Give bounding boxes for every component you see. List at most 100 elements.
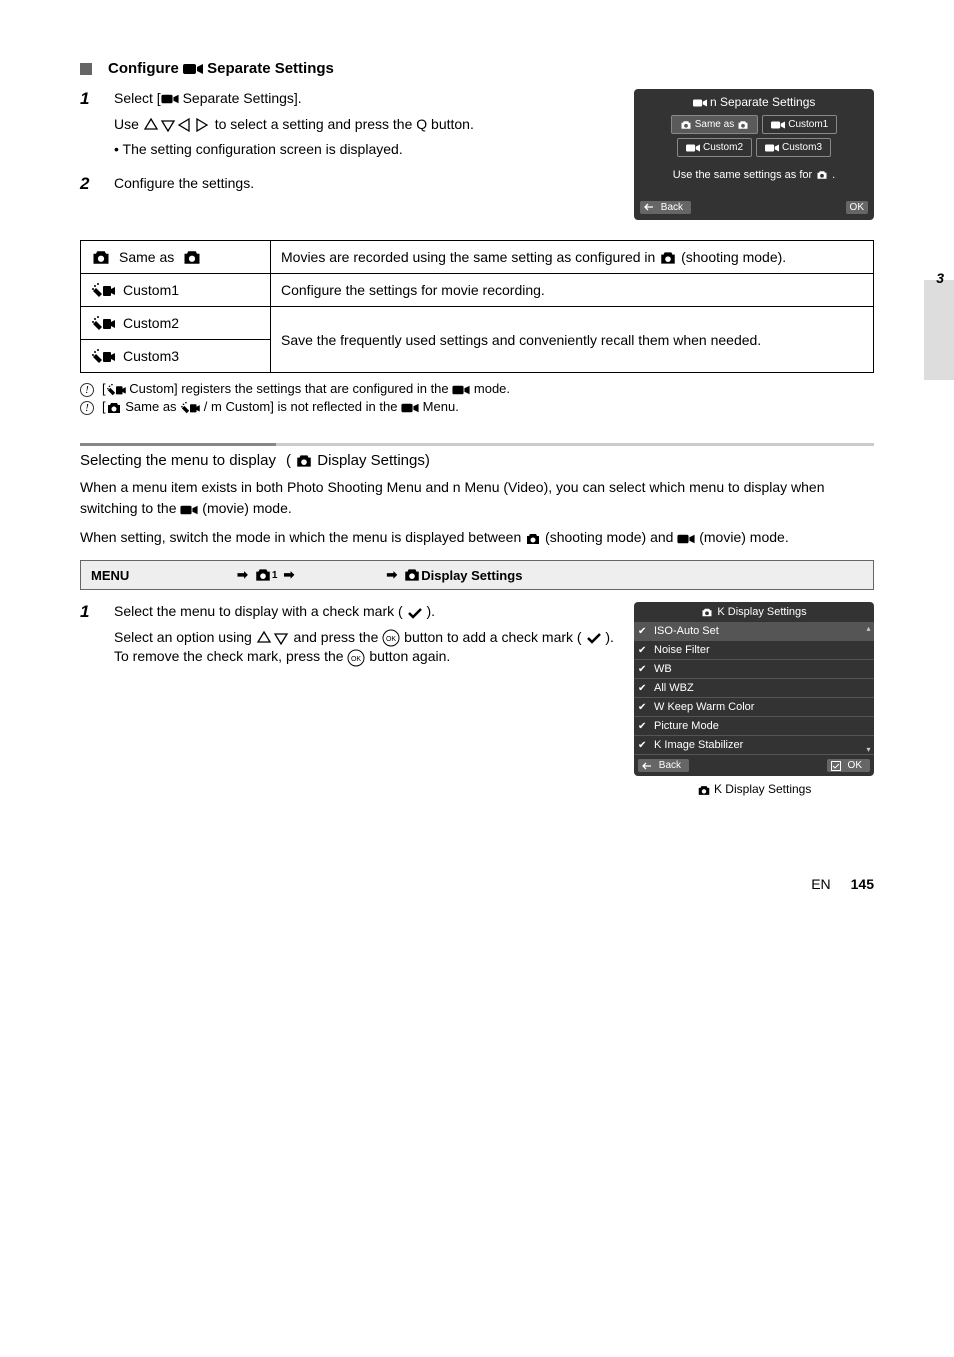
body-text: When setting, switch the mode in which t… [80, 527, 874, 548]
caution-note: ! [ Same as / m Custom] is not reflected… [80, 399, 874, 415]
check-icon: ✔ [638, 721, 654, 732]
step-number: 1 [80, 89, 114, 166]
caution-icon: ! [80, 383, 94, 397]
osd-back[interactable]: Back [638, 759, 689, 772]
osd-caption: K Display Settings [634, 782, 874, 796]
table-cell: Custom1 [91, 282, 260, 298]
movie-icon [452, 384, 470, 396]
camera-icon [816, 170, 828, 180]
osd-option[interactable]: Custom2 [677, 138, 752, 157]
camera-icon [106, 402, 122, 414]
movie-icon [401, 402, 419, 414]
subsection-title: ( Display Settings) [286, 446, 430, 469]
table-cell: Same as [91, 249, 260, 265]
check-icon: ✔ [638, 740, 654, 751]
custom-mode-icon [686, 143, 700, 153]
page-sidebar [924, 280, 954, 380]
step-text: Select an option using and press the OK … [114, 628, 614, 667]
check-icon: ✔ [638, 645, 654, 656]
checkbox-icon [831, 761, 841, 771]
camera-icon [659, 251, 677, 265]
movie-icon [677, 533, 695, 545]
custom-mode-icon [771, 120, 785, 130]
sidebar-chapter-num: 3 [936, 270, 944, 286]
osd-title: n Separate Settings [640, 95, 868, 109]
step-text: Select the menu to display with a check … [114, 602, 614, 622]
custom-mode-icon [180, 401, 200, 414]
check-icon: ✔ [638, 626, 654, 637]
camera-icon [91, 250, 111, 265]
osd-option[interactable]: Same as [671, 115, 758, 134]
list-item[interactable]: ✔Noise Filter [634, 641, 874, 660]
step-number: 2 [80, 174, 114, 200]
back-icon [644, 203, 654, 211]
list-item[interactable]: ✔All WBZ [634, 679, 874, 698]
movie-icon [693, 98, 707, 108]
camera-icon [182, 250, 202, 265]
osd-option[interactable]: Custom1 [762, 115, 837, 134]
table-cell: Custom3 [91, 348, 260, 364]
step-number: 1 [80, 602, 114, 673]
section-title: Configure Separate Settings [108, 60, 334, 77]
osd-panel: K Display Settings ✔ISO-Auto Set ✔Noise … [634, 602, 874, 776]
ok-button-icon: OK [347, 649, 365, 667]
scroll-up-icon: ▴ [866, 624, 870, 633]
settings-table: Same as Movies are recorded using the sa… [80, 240, 874, 373]
check-icon: ✔ [638, 664, 654, 675]
osd-title: K Display Settings [634, 602, 874, 622]
check-icon: ✔ [638, 683, 654, 694]
movie-icon [183, 62, 203, 76]
body-text: When a menu item exists in both Photo Sh… [80, 477, 874, 519]
camera-tab-icon [254, 568, 272, 582]
step-text: Select [ Separate Settings]. [114, 89, 614, 109]
camera-icon [403, 568, 421, 582]
subsection-lead: Selecting the menu to display [80, 443, 276, 469]
back-icon [642, 762, 652, 770]
camera-icon [680, 120, 692, 130]
page-lang: EN [811, 876, 830, 892]
table-cell: Configure the settings for movie recordi… [271, 274, 874, 307]
custom-mode-icon [765, 143, 779, 153]
svg-text:OK: OK [386, 636, 396, 643]
menu-path: MENU ➡ 1 ➡ ➡ Display Settings [80, 560, 874, 590]
ok-button-icon: OK [382, 629, 400, 647]
camera-icon [697, 785, 711, 796]
osd-ok[interactable]: OK [827, 759, 870, 772]
osd-description: Use the same settings as for . [640, 169, 868, 181]
camera-icon [737, 120, 749, 130]
camera-icon [525, 533, 541, 545]
dpad-up-down-icon [256, 630, 290, 646]
check-icon: ✔ [638, 702, 654, 713]
list-item[interactable]: ✔ISO-Auto Set [634, 622, 874, 641]
caution-icon: ! [80, 401, 94, 415]
list-item[interactable]: ✔Picture Mode [634, 717, 874, 736]
list-item[interactable]: ✔WB [634, 660, 874, 679]
list-item[interactable]: ✔W Keep Warm Color [634, 698, 874, 717]
camera-icon [295, 454, 313, 468]
section-bullet [80, 63, 92, 75]
table-cell: Movies are recorded using the same setti… [271, 241, 874, 274]
list-item[interactable]: ✔K Image Stabilizer [634, 736, 874, 755]
osd-panel: n Separate Settings Same as Custom1 Cu [634, 89, 874, 220]
osd-option[interactable]: Custom3 [756, 138, 831, 157]
custom-mode-icon [91, 315, 115, 331]
svg-text:OK: OK [351, 656, 361, 663]
camera-icon [701, 608, 713, 617]
scrollbar[interactable]: ▴ ▾ [866, 624, 871, 754]
scroll-down-icon: ▾ [866, 745, 870, 754]
step-text: Configure the settings. [114, 174, 614, 194]
table-cell: Save the frequently used settings and co… [271, 307, 874, 373]
custom-mode-icon [91, 348, 115, 364]
movie-icon [180, 504, 198, 516]
check-icon [586, 632, 602, 644]
custom-mode-icon [91, 282, 115, 298]
osd-back[interactable]: Back [640, 201, 691, 214]
table-cell: Custom2 [91, 315, 260, 331]
movie-icon [161, 93, 179, 105]
osd-ok[interactable]: OK [846, 201, 868, 214]
step-bullet: • The setting configuration screen is di… [114, 140, 614, 160]
dpad-icon [143, 117, 211, 133]
page-number: 145 [851, 876, 874, 892]
check-icon [407, 607, 423, 619]
caution-note: ! [ Custom] registers the settings that … [80, 381, 874, 397]
